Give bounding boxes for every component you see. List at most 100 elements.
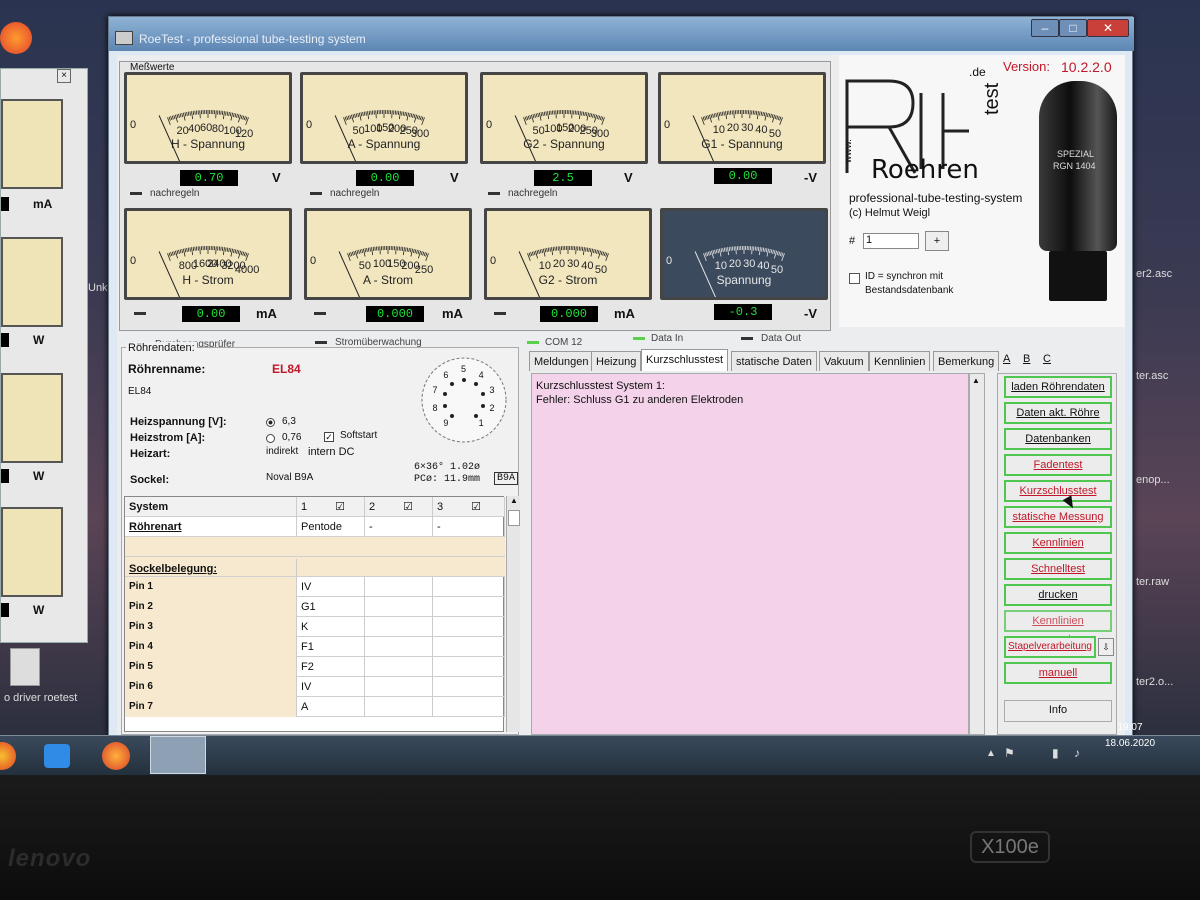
media-player-icon[interactable] [44,744,70,768]
minus-icon[interactable] [310,192,322,195]
table-row[interactable]: Pin 7A [125,697,505,717]
tab-kennlinien[interactable]: Kennlinien [869,351,931,371]
desktop-file-icon[interactable]: er2.asc [1136,268,1172,280]
sync-checkbox[interactable] [849,273,860,284]
tab-b[interactable]: B [1023,353,1030,365]
pin-function-cell[interactable]: F2 [297,657,365,677]
pin-function-cell[interactable]: K [297,617,365,637]
evaluate-characteristics-button[interactable]: Kennlinien auswerten [1004,610,1112,645]
maximize-icon[interactable]: □ [1059,19,1087,37]
table-cell[interactable] [365,597,433,617]
tab-bemerkung[interactable]: Bemerkung [933,351,1000,371]
table-cell[interactable] [365,677,433,697]
scroll-up-icon[interactable]: ▲ [508,496,520,508]
table-cell[interactable]: - [433,517,505,537]
minus-icon[interactable] [130,192,142,195]
table-cell[interactable] [365,657,433,677]
tab-statische-daten[interactable]: statische Daten [731,351,817,371]
counter-input[interactable]: 1 [863,233,919,249]
heater-voltage-radio[interactable] [266,418,275,427]
short-circuit-test-button[interactable]: Kurzschlusstest [1004,480,1112,502]
adjust-label[interactable]: nachregeln [508,188,557,199]
table-cell[interactable] [365,697,433,717]
title-bar[interactable]: RoeTest - professional tube-testing syst… [109,17,1134,51]
table-cell[interactable]: - [365,517,433,537]
minimize-icon[interactable]: – [1031,19,1059,37]
pin-function-cell[interactable]: A [297,697,365,717]
flag-icon[interactable]: ⚑ [1004,746,1015,760]
desktop-file-icon[interactable]: ter.raw [1136,576,1169,588]
minus-icon[interactable] [488,192,500,195]
table-row[interactable]: Pin 5 F2 [125,657,505,677]
minus-icon[interactable] [314,312,326,315]
roetest-taskbar-button[interactable] [150,736,206,774]
table-cell[interactable] [433,677,505,697]
minus-icon[interactable] [494,312,506,315]
table-cell[interactable] [433,597,505,617]
check-icon[interactable]: ☑ [471,501,481,513]
quick-test-button[interactable]: Schnelltest [1004,558,1112,580]
clock-date[interactable]: 18.06.2020 [1100,738,1160,749]
clock-time[interactable]: 19:07 [1100,722,1160,733]
check-icon[interactable]: ☑ [403,501,413,513]
table-row[interactable]: Pin 6 IV [125,677,505,697]
folder-icon[interactable] [10,648,40,686]
plus-button[interactable]: + [925,231,949,251]
filament-test-button[interactable]: Fadentest [1004,454,1112,476]
databases-button[interactable]: Datenbanken [1004,428,1112,450]
load-tube-data-button[interactable]: laden Röhrendaten [1004,376,1112,398]
table-cell[interactable] [365,637,433,657]
table-cell[interactable] [433,697,505,717]
table-row[interactable]: Pin 2 G1 [125,597,505,617]
pin-function-cell[interactable]: IV [297,577,365,597]
grid-scrollbar[interactable]: ▲ [506,496,520,732]
current-tube-data-button[interactable]: Daten akt. Röhre [1004,402,1112,424]
message-text-area[interactable]: Kurzschlusstest System 1: Fehler: Schlus… [531,373,969,735]
batch-dropdown-icon[interactable]: ⇩ [1098,638,1114,656]
close-icon[interactable]: ✕ [1087,19,1129,37]
table-cell[interactable] [433,637,505,657]
table-cell[interactable] [433,577,505,597]
check-icon[interactable]: ☑ [335,501,345,513]
tab-kurzschlusstest[interactable]: Kurzschlusstest [641,349,729,371]
firefox-icon[interactable] [0,22,32,54]
batch-processing-button[interactable]: Stapelverarbeitung [1004,636,1096,658]
desktop-file-icon[interactable]: ter2.o... [1136,676,1173,688]
table-row[interactable]: Pin 1 IV [125,577,505,597]
tab-a[interactable]: A [1003,353,1010,365]
desktop-shortcut-label[interactable]: o driver roetest [4,692,77,704]
chrome-icon[interactable] [0,742,16,770]
pin-function-cell[interactable]: G1 [297,597,365,617]
table-cell[interactable] [433,657,505,677]
pin-function-cell[interactable]: IV [297,677,365,697]
print-button[interactable]: drucken [1004,584,1112,606]
volume-icon[interactable]: ♪ [1074,746,1080,760]
text-scrollbar[interactable]: ▲ [969,373,985,735]
static-measurement-button[interactable]: statische Messung [1004,506,1112,528]
minus-icon[interactable] [134,312,146,315]
table-row[interactable]: Pin 3K [125,617,505,637]
desktop-file-icon[interactable]: enop... [1136,474,1170,486]
scroll-thumb[interactable] [508,510,520,526]
network-icon[interactable]: ▮ [1052,746,1059,760]
info-button[interactable]: Info [1004,700,1112,722]
table-cell[interactable] [365,577,433,597]
pin-function-cell[interactable]: F1 [297,637,365,657]
characteristics-button[interactable]: Kennlinien [1004,532,1112,554]
adjust-label[interactable]: nachregeln [150,188,199,199]
table-cell[interactable] [365,617,433,637]
softstart-checkbox[interactable]: ✓ [324,432,334,442]
tab-c[interactable]: C [1043,353,1051,365]
firefox-icon[interactable] [102,742,130,770]
manual-button[interactable]: manuell [1004,662,1112,684]
heater-current-radio[interactable] [266,434,275,443]
adjust-label[interactable]: nachregeln [330,188,379,199]
tab-heizung[interactable]: Heizung [591,351,642,371]
table-cell[interactable] [433,617,505,637]
tab-meldungen[interactable]: Meldungen [529,351,594,371]
table-row[interactable]: Pin 4 F1 [125,637,505,657]
tray-chevron-icon[interactable]: ▲ [986,748,996,759]
table-cell[interactable]: Pentode [297,517,365,537]
desktop-file-icon[interactable]: ter.asc [1136,370,1168,382]
close-icon[interactable]: × [57,69,71,83]
